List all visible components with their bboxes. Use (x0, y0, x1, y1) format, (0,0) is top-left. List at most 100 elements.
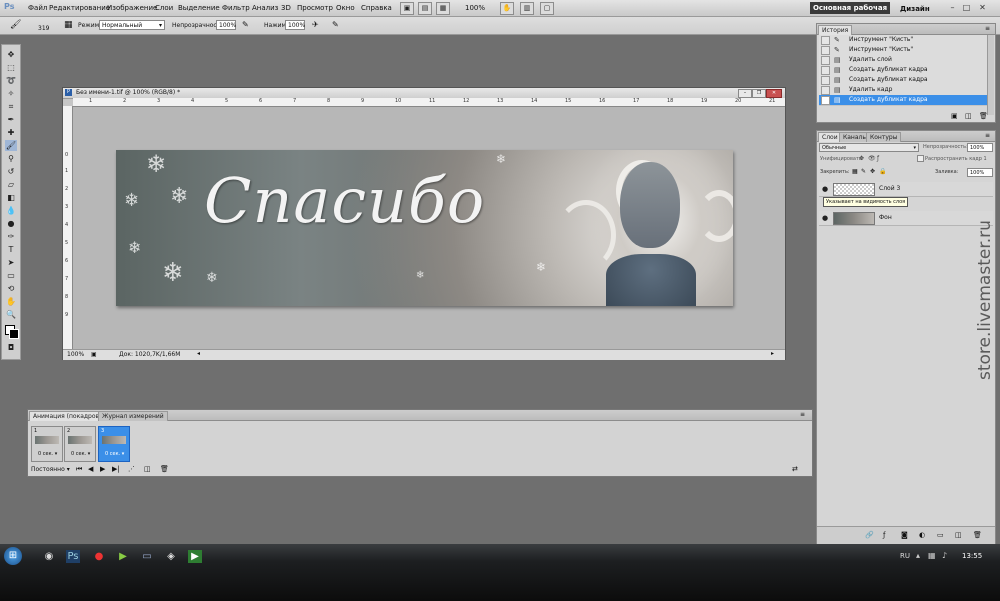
photoshop-taskbar-icon[interactable]: Ps (66, 550, 80, 563)
opacity-input[interactable]: 100% (216, 20, 236, 30)
blur-tool-icon[interactable]: 💧 (5, 205, 17, 216)
history-scrollbar[interactable] (987, 35, 994, 115)
menu-window[interactable]: Окно (336, 4, 355, 12)
eyedropper-tool-icon[interactable]: ✒ (5, 114, 17, 125)
status-zoom[interactable]: 100% (67, 351, 84, 358)
new-group-icon[interactable]: ▭ (937, 531, 944, 539)
animation-frame-selected[interactable]: 3 0 сек. ▾ (98, 426, 130, 462)
layer-style-icon[interactable]: ƒ (883, 531, 885, 539)
unify-visibility-icon[interactable]: 👁 (868, 155, 876, 162)
duplicate-frame-icon[interactable]: ◫ (144, 465, 151, 473)
minimize-icon[interactable]: – (948, 3, 957, 12)
tablet-pressure-size-icon[interactable]: ✎ (332, 20, 339, 29)
layer-opacity-input[interactable]: 100% (967, 143, 993, 152)
history-brush-source-checkbox[interactable] (821, 56, 830, 65)
status-info-icon[interactable]: ▣ (91, 351, 97, 358)
zoom-tool-icon[interactable]: 🔍 (5, 309, 17, 320)
link-layers-icon[interactable]: 🔗 (865, 531, 874, 539)
zoom-level[interactable]: 100% (465, 4, 485, 12)
menu-select[interactable]: Выделение (178, 4, 220, 12)
quick-select-tool-icon[interactable]: ✧ (5, 88, 17, 99)
3d-rotate-tool-icon[interactable]: ⟲ (5, 283, 17, 294)
frame-delay[interactable]: 0 сек. ▾ (71, 451, 90, 457)
frame-delay[interactable]: 0 сек. ▾ (105, 451, 124, 457)
frame-delay[interactable]: 0 сек. ▾ (38, 451, 57, 457)
green-app-icon[interactable]: ▶ (188, 550, 202, 563)
type-tool-icon[interactable]: T (5, 244, 17, 255)
screen-mode-icon[interactable]: ▢ (540, 2, 554, 15)
menu-view[interactable]: Просмотр (297, 4, 333, 12)
media-player-icon[interactable]: ▶ (116, 550, 130, 563)
panel-menu-icon[interactable]: ≡ (985, 132, 990, 139)
history-brush-source-checkbox[interactable] (821, 66, 830, 75)
maximize-icon[interactable]: □ (962, 3, 971, 12)
propagate-frame-checkbox[interactable] (917, 155, 924, 162)
trash-icon[interactable]: 🗑 (160, 465, 169, 473)
convert-timeline-icon[interactable]: ⇄ (792, 465, 798, 473)
menu-help[interactable]: Справка (361, 4, 392, 12)
app-icon[interactable]: ◈ (164, 550, 178, 563)
close-icon[interactable]: ✕ (978, 3, 987, 12)
menu-3d[interactable]: 3D (281, 4, 291, 12)
lock-transparency-icon[interactable]: ▦ (852, 168, 858, 175)
opera-icon[interactable]: ● (92, 550, 106, 563)
history-brush-source-checkbox[interactable] (821, 76, 830, 85)
lock-position-icon[interactable]: ✥ (870, 168, 875, 175)
network-icon[interactable]: ▦ (928, 551, 936, 560)
menu-file[interactable]: Файл (28, 4, 47, 12)
path-select-tool-icon[interactable]: ➤ (5, 257, 17, 268)
tray-chevron-icon[interactable]: ▴ (916, 551, 920, 560)
new-snapshot-icon[interactable]: ◫ (965, 112, 972, 120)
play-icon[interactable]: ▶ (100, 465, 105, 473)
artwork-image[interactable]: ❄ ❄ ❄ ❄ ❄ ❄ ❄ ❄ ❄ Спасибо (116, 150, 733, 306)
eraser-tool-icon[interactable]: ▱ (5, 179, 17, 190)
trash-icon[interactable]: 🗑 (979, 112, 988, 120)
dodge-tool-icon[interactable]: ● (5, 218, 17, 229)
panel-menu-icon[interactable]: ≡ (985, 25, 990, 32)
tablet-pressure-opacity-icon[interactable]: ✎ (242, 20, 249, 29)
trash-icon[interactable]: 🗑 (973, 531, 982, 539)
hand-tool-icon[interactable]: ✋ (5, 296, 17, 307)
bridge-icon[interactable]: ▣ (400, 2, 414, 15)
unify-style-icon[interactable]: ƒ (877, 155, 879, 162)
doc-minimize-icon[interactable]: – (738, 89, 752, 98)
mode-select[interactable]: Нормальный ▾ (99, 20, 165, 30)
layer-row[interactable]: ● Слой 3 (819, 182, 993, 197)
layer-name[interactable]: Фон (879, 214, 892, 221)
adjustment-layer-icon[interactable]: ◐ (919, 531, 925, 539)
airbrush-icon[interactable]: ✈ (312, 20, 319, 29)
language-indicator[interactable]: RU (900, 552, 910, 560)
history-brush-source-checkbox[interactable] (821, 96, 830, 105)
tab-measurement-log[interactable]: Журнал измерений (98, 411, 168, 421)
new-layer-icon[interactable]: ◫ (955, 531, 962, 539)
shape-tool-icon[interactable]: ▭ (5, 270, 17, 281)
tab-history[interactable]: История (818, 25, 853, 35)
hand-tool-icon[interactable]: ✋ (500, 2, 514, 15)
history-row-selected[interactable]: ▤ Создать дубликат кадра (819, 95, 987, 106)
next-frame-icon[interactable]: ▶| (112, 465, 120, 473)
blend-mode-select[interactable]: Обычные ▾ (819, 143, 919, 152)
first-frame-icon[interactable]: ⏮ (76, 465, 82, 474)
workspace-design-button[interactable]: Дизайн (900, 5, 930, 13)
new-document-from-state-icon[interactable]: ▣ (951, 112, 958, 120)
menu-analysis[interactable]: Анализ (252, 4, 278, 12)
start-button-icon[interactable]: ⊞ (4, 547, 22, 565)
status-menu-icon[interactable]: ◂ (197, 350, 200, 357)
brush-panel-icon[interactable]: ▦ (64, 20, 73, 30)
extras-icon[interactable]: ▦ (436, 2, 450, 15)
menu-layers[interactable]: Слои (155, 4, 173, 12)
history-brush-source-checkbox[interactable] (821, 46, 830, 55)
healing-brush-tool-icon[interactable]: ✚ (5, 127, 17, 138)
volume-icon[interactable]: ♪ (942, 551, 947, 560)
history-brush-source-checkbox[interactable] (821, 86, 830, 95)
marquee-tool-icon[interactable]: ⬚ (5, 62, 17, 73)
layer-mask-icon[interactable]: ◙ (901, 531, 908, 539)
tween-icon[interactable]: ⋰ (128, 465, 135, 473)
brush-size[interactable]: 319 (38, 25, 49, 32)
loop-select[interactable]: Постоянно ▾ (31, 466, 70, 473)
doc-restore-icon[interactable]: ❐ (752, 89, 766, 98)
unify-position-icon[interactable]: ✥ (859, 155, 864, 162)
foreground-color-swatch[interactable] (9, 329, 19, 339)
arrange-documents-icon[interactable]: ▥ (520, 2, 534, 15)
minibridge-icon[interactable]: ▤ (418, 2, 432, 15)
